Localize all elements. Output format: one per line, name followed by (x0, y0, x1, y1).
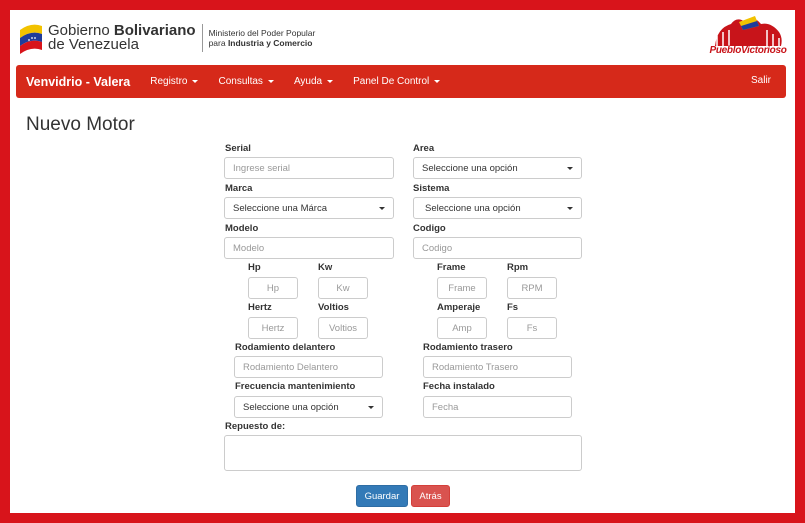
caret-down-icon (434, 80, 441, 83)
main-navbar: Venvidrio - Valera Registro Consultas Ay… (16, 65, 786, 98)
back-button[interactable]: Atrás (411, 485, 450, 507)
rodamiento-delantero-label: Rodamiento delantero (235, 342, 336, 353)
repuesto-textarea[interactable] (224, 435, 582, 471)
frecuencia-mantenimiento-select[interactable]: Seleccione una opción (234, 396, 383, 418)
venezuela-flag-icon (20, 24, 42, 54)
rpm-input[interactable]: RPM (507, 277, 557, 299)
government-name: Gobierno Bolivariano de Venezuela (48, 22, 196, 53)
dropdown-caret-icon (567, 207, 573, 210)
dropdown-caret-icon (379, 207, 385, 210)
nav-item-registro[interactable]: Registro (150, 76, 199, 87)
frame-label: Frame (437, 262, 466, 273)
page-frame: Gobierno Bolivariano de Venezuela Minist… (10, 10, 795, 513)
top-header: Gobierno Bolivariano de Venezuela Minist… (10, 10, 795, 65)
serial-input[interactable]: Ingrese serial (224, 157, 394, 179)
dropdown-caret-icon (567, 167, 573, 170)
navbar-brand[interactable]: Venvidrio - Valera (26, 75, 130, 89)
rodamiento-trasero-input[interactable]: Rodamiento Trasero (423, 356, 572, 378)
area-label: Area (413, 143, 435, 154)
modelo-label: Modelo (225, 223, 259, 234)
amperaje-label: Amperaje (437, 302, 481, 313)
area-select[interactable]: Seleccione una opción (413, 157, 582, 179)
fecha-instalado-input[interactable]: Fecha (423, 396, 572, 418)
voltios-label: Voltios (318, 302, 349, 313)
ministry-name: Ministerio del Poder Popular para Indust… (208, 28, 316, 48)
nav-item-panel-de-control[interactable]: Panel De Control (353, 76, 441, 87)
marca-select[interactable]: Seleccione una Márca (224, 197, 394, 219)
save-button[interactable]: Guardar (356, 485, 408, 507)
nav-item-ayuda[interactable]: Ayuda (294, 76, 334, 87)
codigo-label: Codigo (413, 223, 446, 234)
amperaje-input[interactable]: Amp (437, 317, 487, 339)
caret-down-icon (267, 80, 274, 83)
hertz-label: Hertz (248, 302, 272, 313)
sistema-label: Sistema (413, 183, 450, 194)
rodamiento-delantero-input[interactable]: Rodamiento Delantero (234, 356, 383, 378)
caret-down-icon (192, 80, 199, 83)
logo-text: PuebloVictorioso (709, 45, 787, 56)
nav-item-consultas[interactable]: Consultas (218, 76, 274, 87)
marca-label: Marca (225, 183, 253, 194)
modelo-input[interactable]: Modelo (224, 237, 394, 259)
fecha-instalado-label: Fecha instalado (423, 381, 495, 392)
kw-label: Kw (318, 262, 333, 273)
header-divider (201, 24, 203, 52)
codigo-input[interactable]: Codigo (413, 237, 582, 259)
voltios-input[interactable]: Voltios (318, 317, 368, 339)
rodamiento-trasero-label: Rodamiento trasero (423, 342, 513, 353)
hp-label: Hp (248, 262, 261, 273)
government-logo: Gobierno Bolivariano de Venezuela Minist… (18, 18, 315, 58)
fs-label: Fs (507, 302, 519, 313)
frame-input[interactable]: Frame (437, 277, 487, 299)
caret-down-icon (327, 80, 334, 83)
rpm-label: Rpm (507, 262, 529, 273)
serial-label: Serial (225, 143, 251, 154)
repuesto-label: Repuesto de: (225, 421, 286, 432)
sistema-select[interactable]: Seleccione una opción (413, 197, 582, 219)
hp-input[interactable]: Hp (248, 277, 298, 299)
frecuencia-mantenimiento-label: Frecuencia mantenimiento (235, 381, 356, 392)
kw-input[interactable]: Kw (318, 277, 368, 299)
logout-link[interactable]: Salir (751, 75, 771, 86)
pueblo-victorioso-logo: PuebloVictorioso (709, 12, 787, 62)
fs-input[interactable]: Fs (507, 317, 557, 339)
page-title: Nuevo Motor (26, 114, 135, 135)
dropdown-caret-icon (368, 406, 374, 409)
hertz-input[interactable]: Hertz (248, 317, 298, 339)
